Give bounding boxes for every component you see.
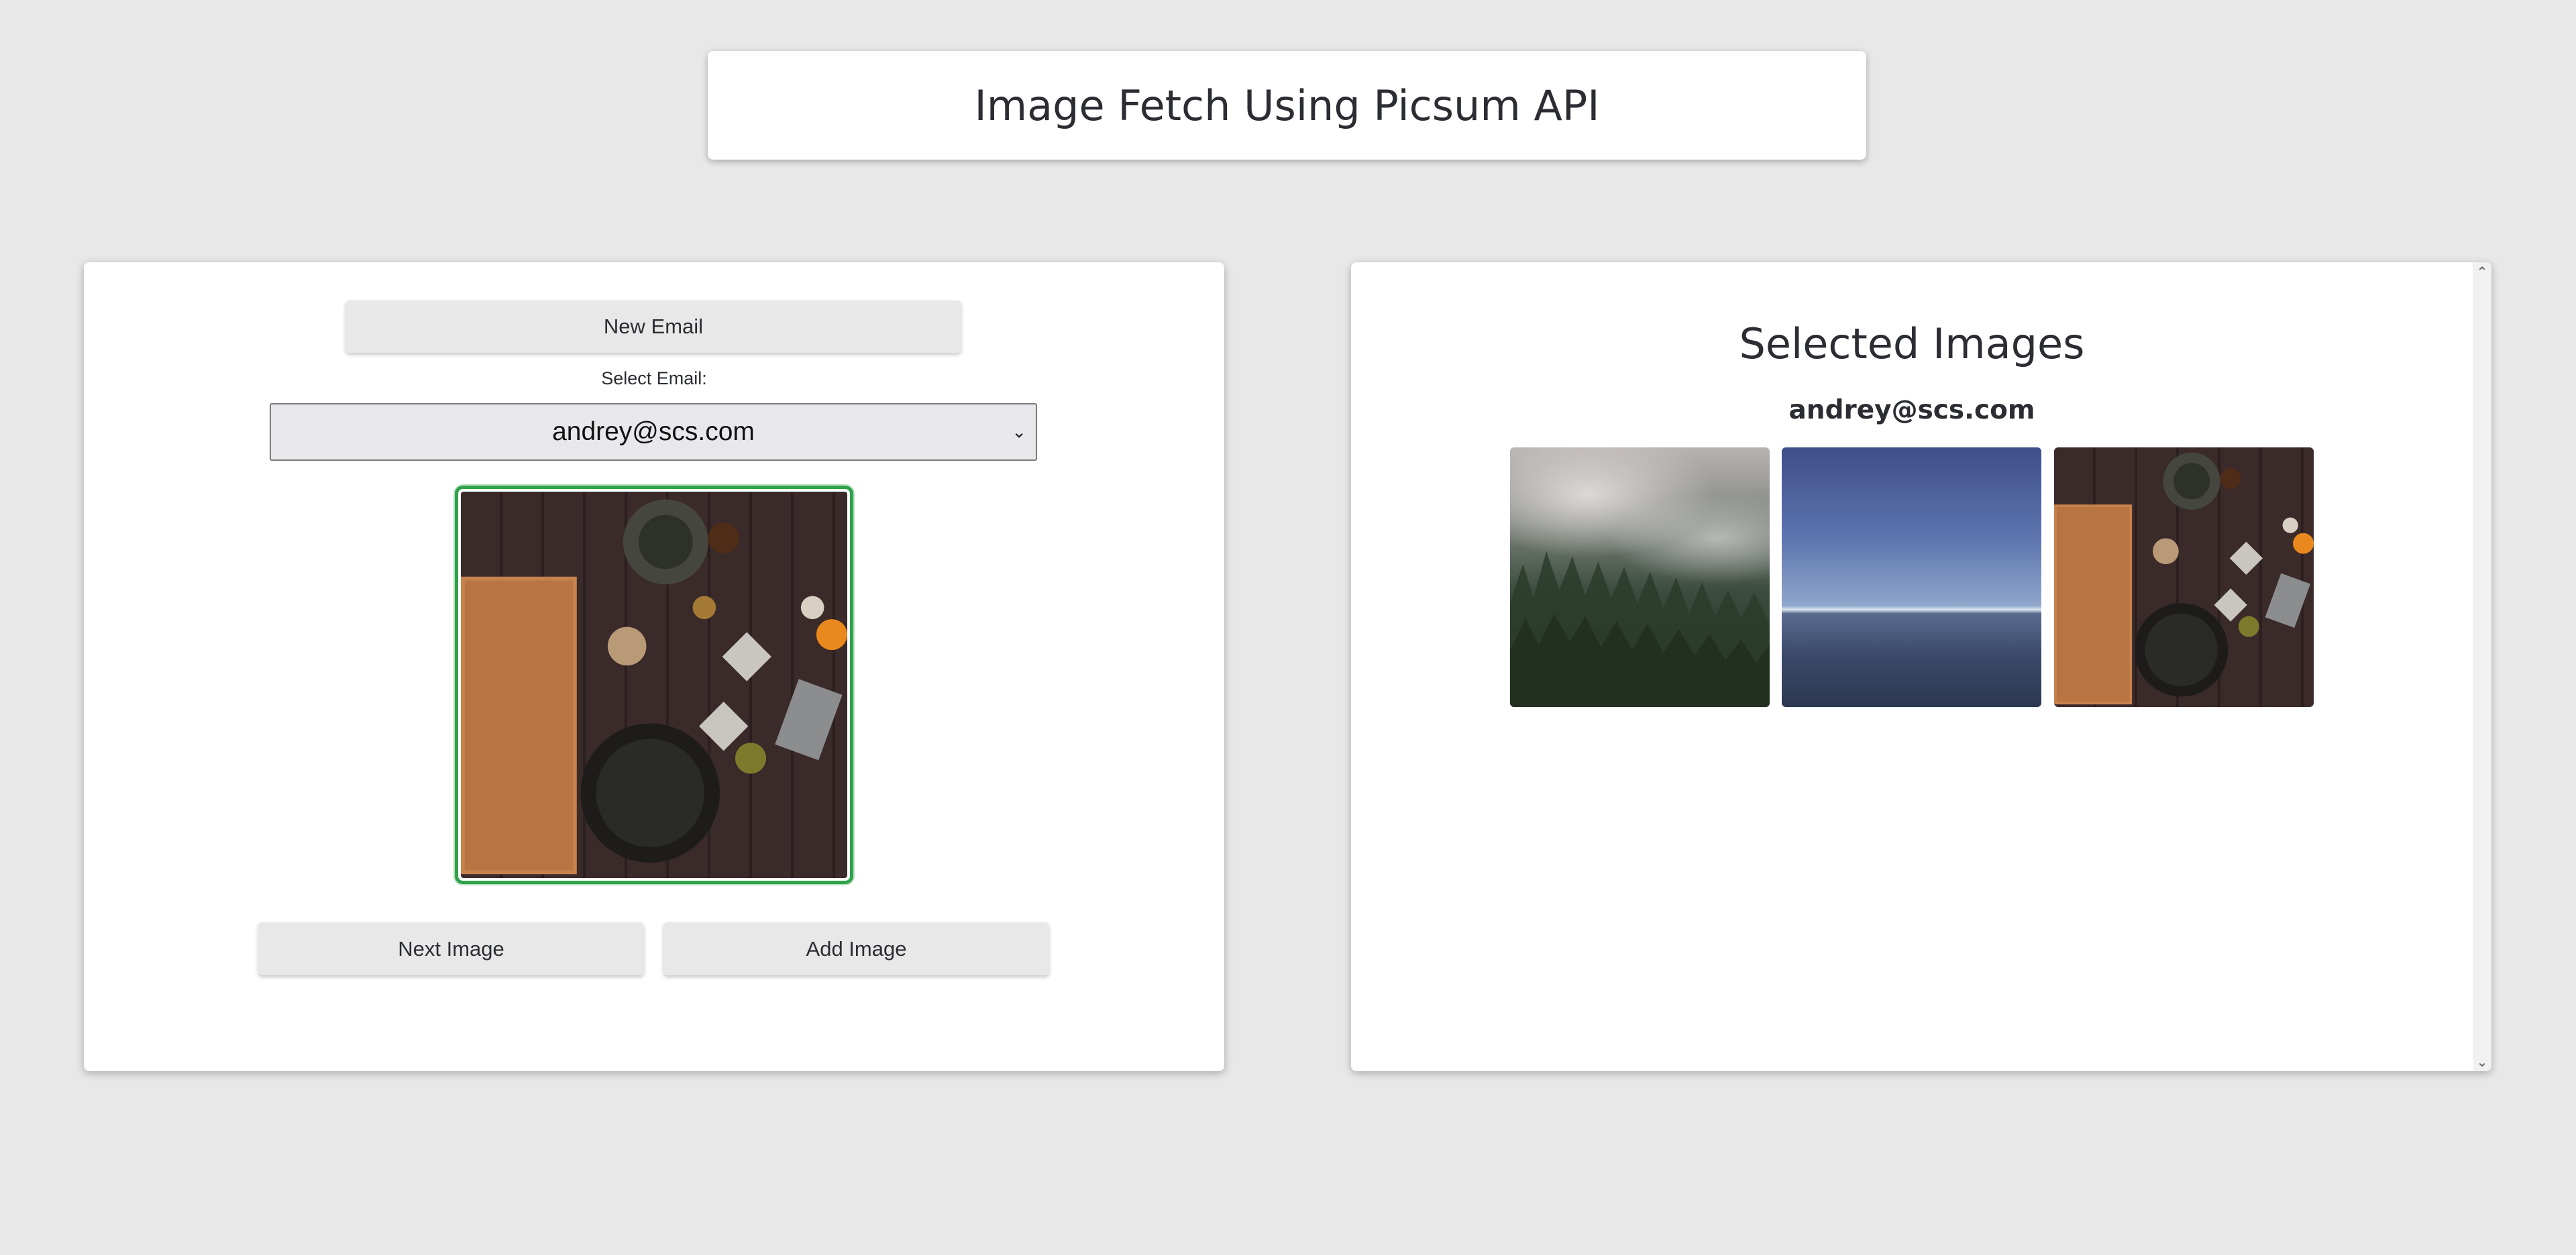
vertical-scrollbar[interactable]: ⌃ ⌄ — [2473, 262, 2491, 1071]
selected-image-thumbnail — [2054, 447, 2314, 707]
scroll-down-icon[interactable]: ⌄ — [2473, 1054, 2491, 1070]
selected-image-thumbnail — [1510, 447, 1770, 707]
chevron-down-icon: ⌄ — [1012, 421, 1026, 442]
selected-image-thumbnail — [1782, 447, 2041, 707]
add-image-button[interactable]: Add Image — [663, 922, 1049, 975]
selected-images-title: Selected Images — [1739, 319, 2085, 368]
selected-images-panel: Selected Images andrey@scs.com ⌃ ⌄ — [1351, 262, 2491, 1071]
next-image-button[interactable]: Next Image — [258, 922, 644, 975]
preview-image — [461, 492, 847, 878]
new-email-button[interactable]: New Email — [345, 301, 961, 353]
email-select-value: andrey@scs.com — [552, 417, 755, 446]
email-select[interactable]: andrey@scs.com ⌄ — [270, 403, 1037, 461]
image-preview — [455, 486, 853, 884]
page-title: Image Fetch Using Picsum API — [974, 80, 1600, 130]
select-email-label: Select Email: — [601, 368, 707, 388]
selected-email: andrey@scs.com — [1788, 395, 2035, 425]
scroll-up-icon[interactable]: ⌃ — [2473, 264, 2491, 280]
page-header: Image Fetch Using Picsum API — [708, 51, 1866, 160]
image-picker-panel: New Email Select Email: andrey@scs.com ⌄ — [84, 262, 1224, 1071]
